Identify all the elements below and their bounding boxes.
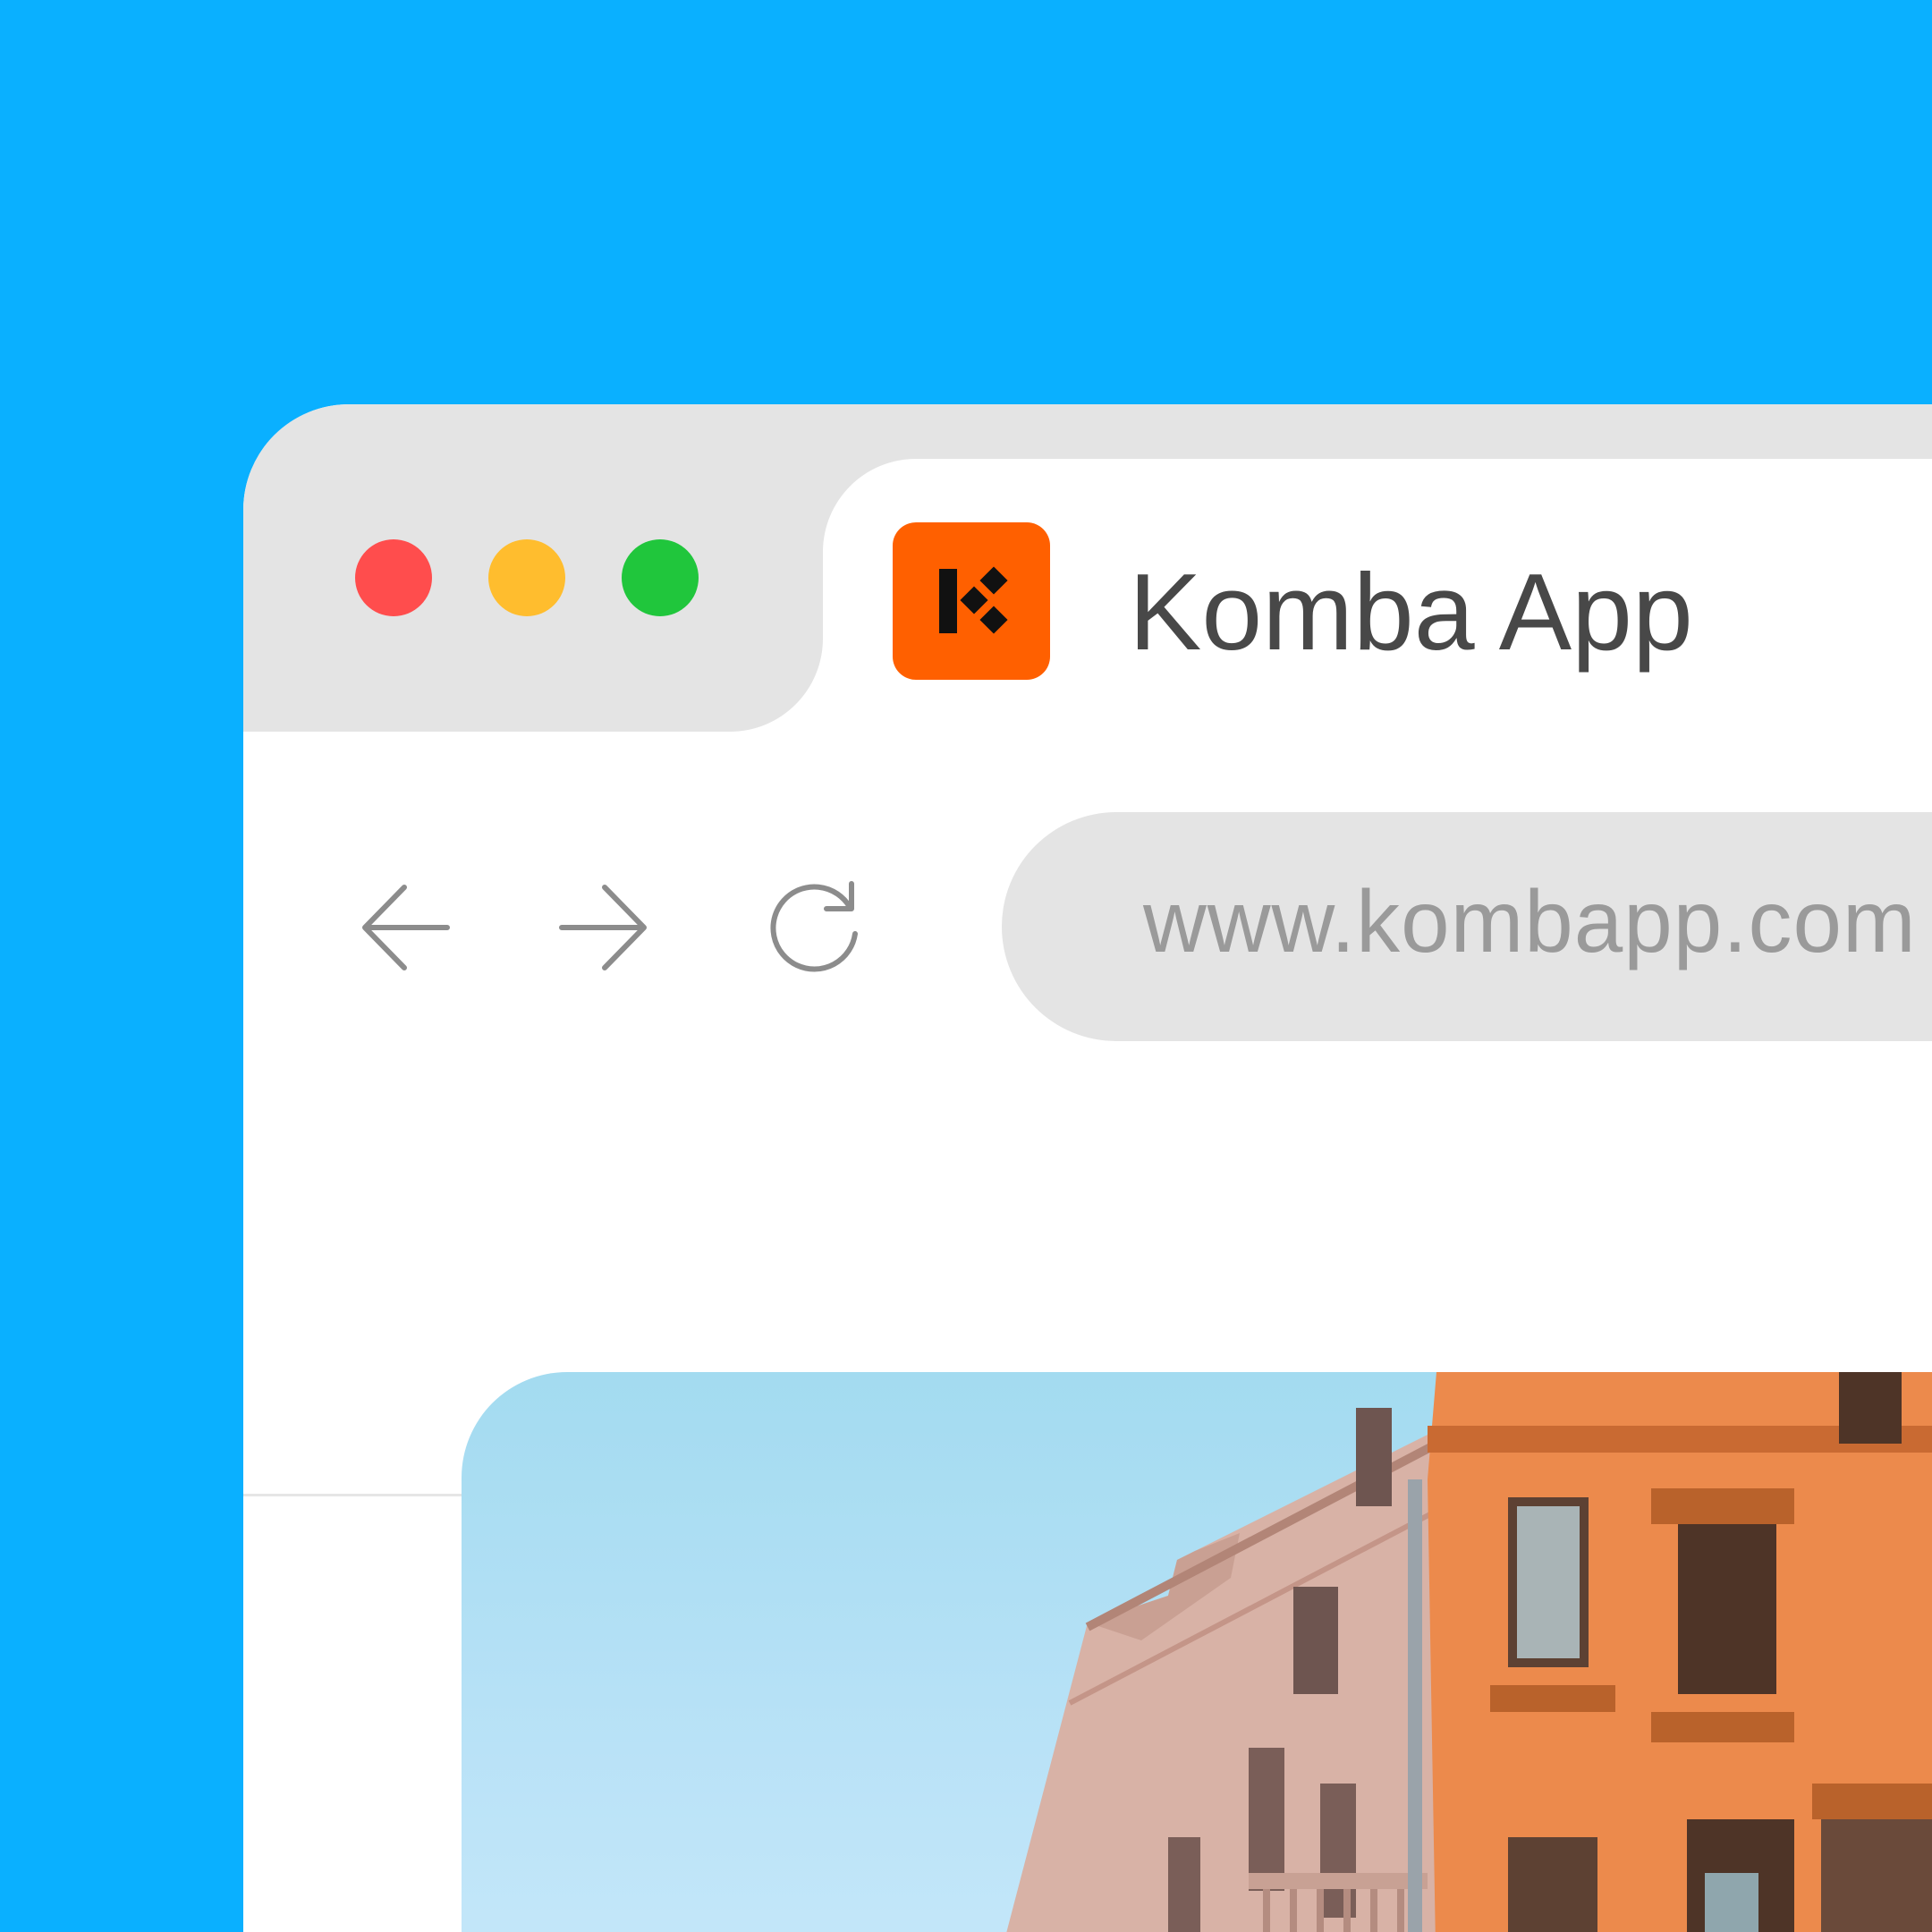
reload-button[interactable] xyxy=(766,878,864,977)
back-button[interactable] xyxy=(358,878,456,977)
tab-corner xyxy=(730,639,823,732)
stage: Komba App www.kombapp.com xyxy=(0,0,1932,1932)
maximize-window-button[interactable] xyxy=(622,539,699,616)
browser-window: Komba App www.kombapp.com xyxy=(243,404,1932,1932)
address-url[interactable]: www.kombapp.com xyxy=(1143,859,1917,984)
forward-button[interactable] xyxy=(555,878,653,977)
reload-icon xyxy=(770,881,858,972)
minimize-window-button[interactable] xyxy=(488,539,565,616)
address-bar[interactable]: www.kombapp.com xyxy=(1002,812,1932,1041)
komba-logo-icon xyxy=(893,522,1050,680)
arrow-left-icon xyxy=(362,885,450,970)
arrow-right-icon xyxy=(559,885,647,970)
close-window-button[interactable] xyxy=(355,539,432,616)
street-buildings-photo xyxy=(462,1372,1932,1932)
tab-title: Komba App xyxy=(1129,551,1693,673)
